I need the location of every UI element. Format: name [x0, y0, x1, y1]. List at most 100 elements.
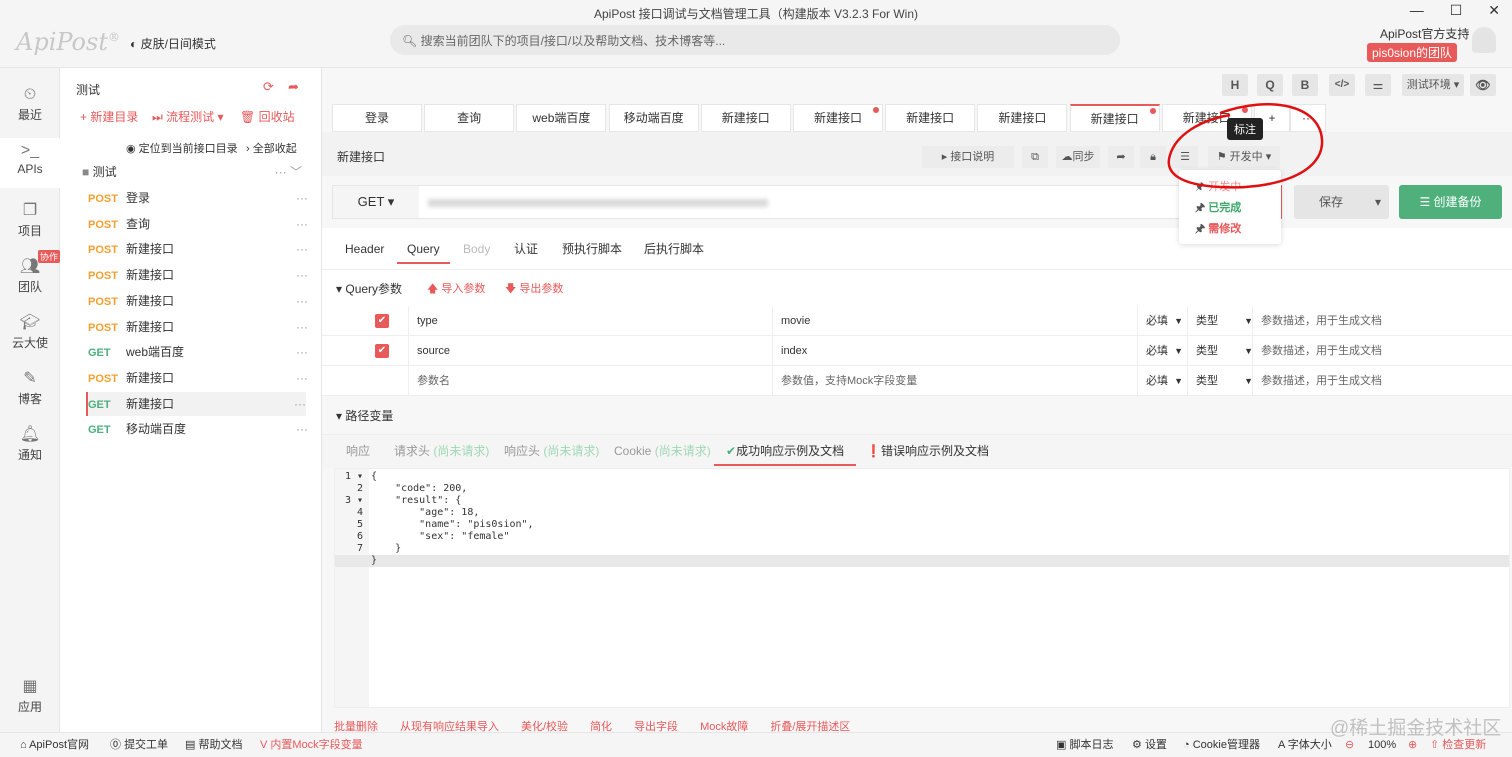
collapse-all-button[interactable]: › 全部收起	[246, 140, 297, 156]
share-icon[interactable]: ➦	[1108, 146, 1134, 168]
tab-api[interactable]: 查询	[424, 104, 514, 132]
param-key-input[interactable]: source	[408, 336, 768, 366]
type-select[interactable]: 类型▼	[1187, 366, 1257, 396]
tab-api[interactable]: web端百度	[516, 104, 606, 132]
mock-vars-link[interactable]: V 内置Mock字段变量	[260, 733, 363, 757]
rail-item-apis[interactable]: >_APIs	[0, 138, 60, 188]
chevron-down-icon[interactable]: ▼	[1174, 336, 1183, 366]
website-link[interactable]: ⌂ ApiPost官网	[20, 733, 89, 757]
rail-item-blog[interactable]: ✎博客	[0, 364, 60, 412]
locate-current-button[interactable]: ◉ 定位到当前接口目录	[126, 140, 238, 156]
tab-query[interactable]: Query	[397, 234, 450, 264]
rail-item-team[interactable]: 协作👥︎团队	[0, 252, 60, 300]
tab-api[interactable]: 新建接口	[977, 104, 1067, 132]
param-desc-input[interactable]: 参数描述，用于生成文档	[1252, 366, 1512, 396]
help-docs-link[interactable]: ▤ 帮助文档	[185, 733, 242, 757]
export-params-button[interactable]: 🡇 导出参数	[505, 280, 563, 299]
query-button[interactable]: Q	[1257, 74, 1283, 96]
param-checkbox[interactable]: ✔	[375, 344, 389, 358]
param-desc-input[interactable]: 参数描述，用于生成文档	[1252, 306, 1512, 336]
type-select[interactable]: 类型▼	[1187, 336, 1257, 366]
rail-item-recent[interactable]: ⏲最近	[0, 82, 60, 130]
param-value-input[interactable]: movie	[772, 306, 1132, 336]
status-option-needs-fix[interactable]: 🖈 需修改	[1195, 220, 1241, 239]
more-icon[interactable]: ··· ﹀	[275, 160, 302, 184]
copy-icon[interactable]: ⧉	[1022, 146, 1048, 168]
url-input[interactable]	[428, 199, 768, 207]
global-search-input[interactable]: 🔍︎ 搜索当前团队下的项目/接口/以及帮助文档、技术博客等...	[390, 25, 1120, 55]
sync-button[interactable]: ☁同步	[1056, 146, 1100, 168]
param-key-input[interactable]: type	[408, 306, 768, 336]
more-icon[interactable]: ···	[296, 315, 308, 339]
ticket-link[interactable]: ⓪ 提交工单	[110, 733, 168, 757]
rail-item-apps[interactable]: ▦应用	[0, 672, 60, 720]
tree-item[interactable]: POST新建接口···	[88, 315, 308, 339]
eye-icon[interactable]: 👁	[1470, 74, 1496, 96]
more-icon[interactable]: ···	[294, 392, 306, 416]
tab-api[interactable]: 登录	[332, 104, 422, 132]
more-icon[interactable]: ···	[296, 186, 308, 210]
required-select[interactable]: 必填▼	[1137, 336, 1187, 366]
tree-item[interactable]: GET新建接口···	[86, 392, 306, 416]
refresh-icon[interactable]: ⟳	[263, 79, 274, 95]
rail-item-ambassador[interactable]: 🎓︎云大使	[0, 308, 60, 356]
required-select[interactable]: 必填▼	[1137, 306, 1187, 336]
avatar[interactable]	[1472, 27, 1496, 53]
api-doc-button[interactable]: ▸ 接口说明	[922, 146, 1014, 168]
more-icon[interactable]: ···	[296, 212, 308, 236]
tab-pre-script[interactable]: 预执行脚本	[562, 234, 622, 264]
tab-api[interactable]: 移动端百度	[609, 104, 699, 132]
share-icon[interactable]: ➦	[288, 79, 299, 95]
chevron-down-icon[interactable]: ▾	[1375, 185, 1381, 219]
minimize-button[interactable]: —	[1410, 2, 1424, 19]
cookie-manager-button[interactable]: ◔ Cookie管理器	[1183, 733, 1260, 757]
import-params-button[interactable]: 🡅 导入参数	[427, 280, 485, 299]
more-icon[interactable]: ···	[296, 417, 308, 441]
tree-item[interactable]: POST新建接口···	[88, 263, 308, 287]
tab-api[interactable]: 新建接口	[793, 104, 883, 132]
rail-item-projects[interactable]: ❐项目	[0, 196, 60, 244]
script-log-button[interactable]: ▣ 脚本日志	[1056, 733, 1113, 757]
tab-error-example[interactable]: ❗错误响应示例及文档	[866, 436, 989, 466]
tab-body[interactable]: Body	[463, 234, 490, 264]
recycle-bin-button[interactable]: 🗑︎ 回收站	[240, 108, 295, 125]
tab-header[interactable]: Header	[345, 234, 384, 264]
body-button[interactable]: B	[1292, 74, 1318, 96]
close-button[interactable]: ✕	[1488, 2, 1500, 19]
code-editor[interactable]: 1 ▾2 3 ▾4 5 6 7 8 { "code": 200, "result…	[334, 468, 1510, 708]
tab-success-example[interactable]: ✔成功响应示例及文档	[714, 436, 856, 466]
more-icon[interactable]: ···	[296, 263, 308, 287]
skin-mode-toggle[interactable]: ◐ 皮肤/日间模式	[130, 35, 216, 52]
tab-api[interactable]: 新建接口	[885, 104, 975, 132]
tab-response-headers[interactable]: 响应头 (尚未请求)	[504, 436, 599, 466]
flow-test-button[interactable]: ⏭ 流程测试 ▾	[152, 108, 224, 125]
more-icon[interactable]: ···	[296, 289, 308, 313]
tab-request-headers[interactable]: 请求头 (尚未请求)	[394, 436, 489, 466]
param-key-input[interactable]: 参数名	[408, 366, 768, 396]
more-icon[interactable]: ···	[296, 237, 308, 261]
rail-item-notify[interactable]: 🔔︎通知	[0, 420, 60, 468]
path-vars-header[interactable]: ▾ 路径变量	[322, 398, 1512, 432]
settings-sliders-button[interactable]: ⚌	[1365, 74, 1391, 96]
maximize-button[interactable]: ☐	[1450, 2, 1463, 19]
param-desc-input[interactable]: 参数描述，用于生成文档	[1252, 336, 1512, 366]
settings-button[interactable]: ⚙ 设置	[1132, 733, 1167, 757]
tab-cookie[interactable]: Cookie (尚未请求)	[614, 436, 711, 466]
more-icon[interactable]: ···	[296, 366, 308, 390]
tab-api[interactable]: 新建接口	[1070, 104, 1160, 132]
tree-item[interactable]: POST登录···	[88, 186, 308, 210]
tab-response[interactable]: 响应	[346, 436, 370, 466]
tree-item[interactable]: POST新建接口···	[88, 366, 308, 390]
param-checkbox[interactable]: ✔	[375, 314, 389, 328]
chevron-down-icon[interactable]: ▼	[1174, 306, 1183, 336]
more-icon[interactable]: ···	[296, 340, 308, 364]
environment-select[interactable]: 测试环境 ▾	[1402, 74, 1464, 96]
chevron-down-icon[interactable]: ▼	[1174, 366, 1183, 396]
tree-item[interactable]: GET移动端百度···	[88, 417, 308, 441]
team-badge[interactable]: pis0sion的团队	[1367, 43, 1457, 62]
tree-item[interactable]: POST新建接口···	[88, 237, 308, 261]
folder-row[interactable]: ■ 测试··· ﹀	[82, 160, 302, 184]
type-select[interactable]: 类型▼	[1187, 306, 1257, 336]
code-button[interactable]: </>	[1329, 74, 1355, 96]
required-select[interactable]: 必填▼	[1137, 366, 1187, 396]
